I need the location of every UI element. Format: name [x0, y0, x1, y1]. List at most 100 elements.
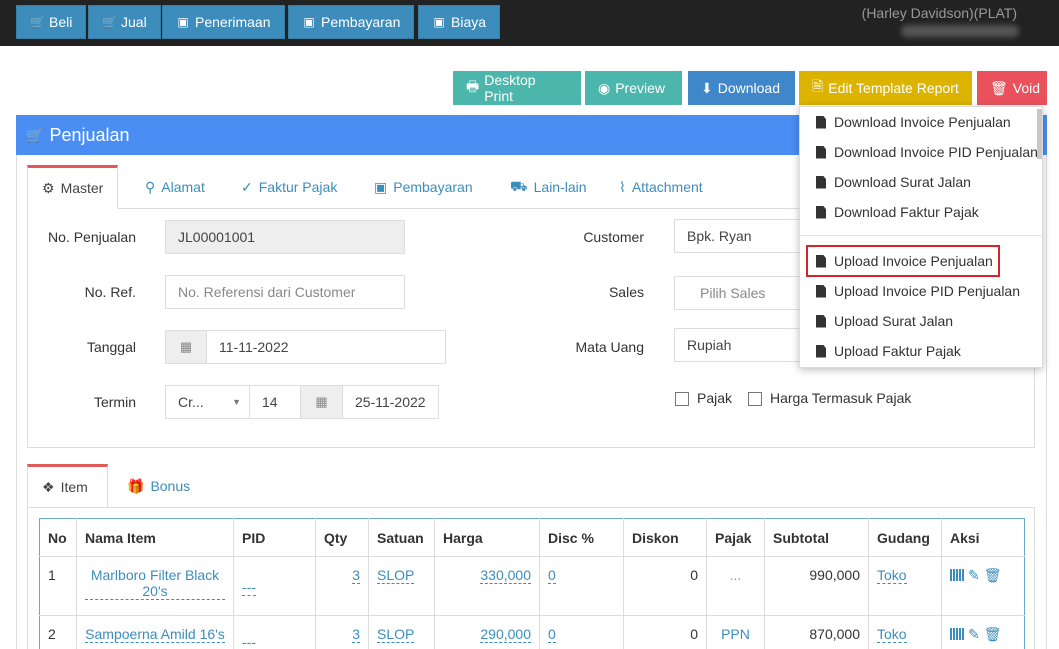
item-name-link[interactable]: Sampoerna Amild 16's — [85, 626, 225, 643]
termin-date-input[interactable]: 25-11-2022 — [342, 385, 439, 419]
no-penjualan-input[interactable]: JL00001001 — [165, 220, 405, 254]
dropdown-divider — [800, 235, 1042, 236]
barcode-icon[interactable] — [950, 569, 964, 581]
cubes-icon: ❖ — [42, 478, 55, 495]
trash-icon: 🗑 — [990, 79, 1008, 96]
file-icon — [816, 115, 826, 129]
menu-download-invoice-penjualan[interactable]: Download Invoice Penjualan — [816, 111, 1011, 133]
qty-link[interactable]: 3 — [352, 626, 360, 643]
gift-icon: 🎁 — [127, 477, 145, 494]
trash-icon[interactable]: 🗑 — [984, 567, 1002, 584]
satuan-link[interactable]: SLOP — [377, 626, 415, 643]
menu-download-surat-jalan[interactable]: Download Surat Jalan — [816, 171, 971, 193]
menu-download-faktur-pajak[interactable]: Download Faktur Pajak — [816, 201, 979, 223]
tab-lain-lain[interactable]: ⛟ Lain-lain — [510, 165, 587, 209]
edit-template-button[interactable]: 🗎 Edit Template Report — [799, 71, 972, 105]
harga-link[interactable]: 290,000 — [480, 626, 531, 643]
harga-link[interactable]: 330,000 — [480, 567, 531, 584]
pembayaran-button[interactable]: ▣ Pembayaran — [288, 5, 415, 39]
row-no: 1 — [39, 556, 77, 616]
tab-bonus[interactable]: 🎁 Bonus — [127, 464, 190, 508]
penerimaan-button[interactable]: ▣ Penerimaan — [162, 5, 285, 39]
col-qty: Qty — [315, 518, 369, 557]
menu-upload-invoice-penjualan[interactable]: Upload Invoice Penjualan — [816, 250, 993, 272]
mata-uang-label: Mata Uang — [575, 339, 644, 355]
pid-link[interactable]: --- — [242, 579, 256, 596]
no-penjualan-label: No. Penjualan — [48, 229, 136, 245]
jual-button[interactable]: 🛒 Jual — [88, 5, 161, 39]
void-button[interactable]: 🗑 Void — [977, 71, 1047, 105]
menu-download-invoice-pid-penjualan[interactable]: Download Invoice PID Penjualan — [816, 141, 1038, 163]
gears-icon: ⚙ — [42, 179, 55, 196]
menu-upload-surat-jalan[interactable]: Upload Surat Jalan — [816, 310, 953, 332]
desktop-print-button[interactable]: 🖶 Desktop Print — [453, 71, 581, 105]
tab-faktur-pajak[interactable]: ✓ Faktur Pajak — [241, 165, 337, 209]
col-aksi: Aksi — [941, 518, 1025, 557]
download-button[interactable]: ⬇ Download — [688, 71, 795, 105]
tab-attachment[interactable]: ⌇ Attachment — [619, 165, 703, 209]
pid-link[interactable]: --- — [242, 634, 256, 649]
col-nama-item: Nama Item — [76, 518, 234, 557]
download-icon: ⬇ — [701, 79, 713, 96]
disc-link[interactable]: 0 — [548, 626, 556, 643]
money-icon: ▣ — [303, 15, 315, 29]
customer-select[interactable]: Bpk. Ryan — [674, 219, 804, 253]
calendar-icon[interactable]: ▦ — [165, 330, 207, 364]
menu-upload-faktur-pajak[interactable]: Upload Faktur Pajak — [816, 340, 961, 362]
item-table: No Nama Item PID Qty Satuan Harga Disc %… — [39, 518, 1025, 649]
biaya-button[interactable]: ▣ Biaya — [418, 5, 501, 39]
harga-termasuk-pajak-checkbox[interactable] — [748, 392, 762, 406]
file-icon — [816, 145, 826, 159]
subtotal-value: 870,000 — [764, 615, 869, 649]
tanggal-input[interactable]: 11-11-2022 — [206, 330, 446, 364]
diskon-value: 0 — [623, 556, 707, 616]
edit-template-dropdown: Download Invoice Penjualan Download Invo… — [799, 106, 1043, 368]
table-row: 1 Marlboro Filter Black 20's --- 3 SLOP … — [39, 556, 1025, 616]
calendar-icon[interactable]: ▦ — [300, 385, 343, 419]
caret-down-icon: ▼ — [232, 397, 241, 407]
preview-button[interactable]: ◉ Preview — [585, 71, 682, 105]
tab-item[interactable]: ❖ Item — [27, 464, 108, 508]
money-icon: ▣ — [374, 178, 388, 195]
pajak-label: Pajak — [697, 390, 733, 406]
mata-uang-select[interactable]: Rupiah — [674, 328, 804, 362]
tab-pembayaran[interactable]: ▣ Pembayaran — [374, 165, 473, 209]
row-no: 2 — [39, 615, 77, 649]
tab-master[interactable]: ⚙ Master — [27, 165, 119, 209]
cart-icon: 🛒 — [30, 15, 45, 29]
item-name-link[interactable]: Marlboro Filter Black 20's — [85, 567, 225, 600]
trash-icon[interactable]: 🗑 — [984, 626, 1002, 643]
gudang-link[interactable]: Toko — [877, 626, 907, 643]
pajak-value[interactable]: PPN — [706, 615, 765, 649]
pajak-checkbox[interactable] — [675, 392, 689, 406]
top-bar: 🛒 Beli 🛒 Jual ▣ Penerimaan ▣ Pembayaran ▣ Bia… — [0, 0, 1059, 46]
menu-upload-invoice-pid-penjualan[interactable]: Upload Invoice PID Penjualan — [816, 280, 1020, 302]
cart-icon: 🛒 — [26, 126, 44, 143]
satuan-link[interactable]: SLOP — [377, 567, 415, 584]
pencil-icon[interactable]: ✎ — [968, 567, 980, 584]
beli-button[interactable]: 🛒 Beli — [16, 5, 87, 39]
file-icon — [816, 284, 826, 298]
barcode-icon[interactable] — [950, 628, 964, 640]
sales-select[interactable]: Pilih Sales — [674, 276, 804, 310]
file-icon — [816, 254, 826, 268]
money-icon: ▣ — [433, 15, 445, 29]
check-circle-icon: ✓ — [241, 178, 253, 195]
subtotal-value: 990,000 — [764, 556, 869, 616]
map-marker-icon: ⚲ — [145, 178, 156, 195]
col-pid: PID — [233, 518, 316, 557]
file-icon — [816, 344, 826, 358]
diskon-value: 0 — [623, 615, 707, 649]
gudang-link[interactable]: Toko — [877, 567, 907, 584]
col-no: No — [39, 518, 77, 557]
termin-type-select[interactable]: Cr... ▼ — [165, 385, 250, 419]
termin-days-input[interactable]: 14 — [249, 385, 301, 419]
pencil-icon[interactable]: ✎ — [968, 626, 980, 643]
col-harga: Harga — [434, 518, 540, 557]
qty-link[interactable]: 3 — [352, 567, 360, 584]
no-ref-input[interactable]: No. Referensi dari Customer — [165, 275, 405, 309]
disc-link[interactable]: 0 — [548, 567, 556, 584]
tab-alamat[interactable]: ⚲ Alamat — [145, 165, 205, 209]
col-pajak: Pajak — [706, 518, 765, 557]
pajak-value[interactable]: ... — [706, 556, 765, 616]
